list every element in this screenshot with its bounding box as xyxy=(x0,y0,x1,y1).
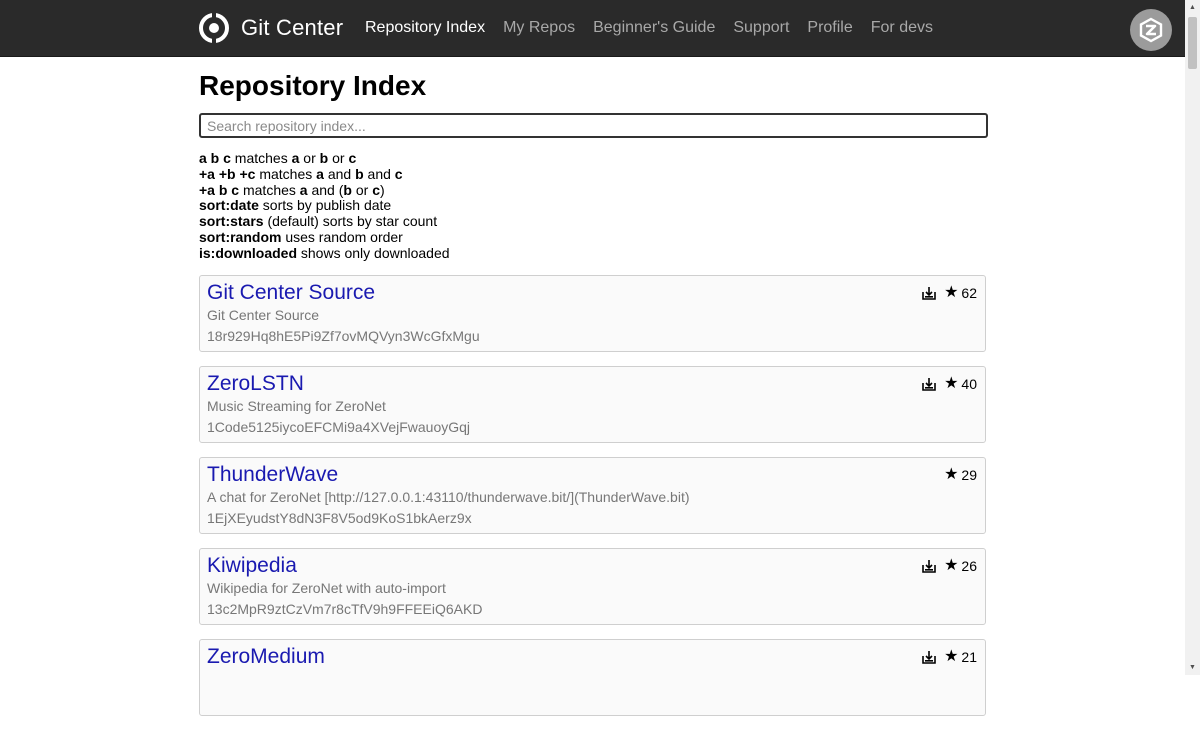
repo-description: A chat for ZeroNet [http://127.0.0.1:431… xyxy=(207,488,690,505)
repo-list: Git Center Source Git Center Source 18r929… xyxy=(199,274,989,716)
help-line: sort:random uses random order xyxy=(199,228,989,246)
help-line: a b c matches a or b or c xyxy=(199,150,989,167)
repo-card: ZeroMedium ★ 21 xyxy=(199,638,986,716)
downloaded-icon xyxy=(922,559,936,573)
repo-meta: ★ 21 xyxy=(922,648,977,665)
repo-address: 13c2MpR9ztCzVm7r8cTfV9h9FFEEiQ6AKD xyxy=(207,600,483,617)
downloaded-icon xyxy=(922,650,936,664)
nav-item-profile[interactable]: Profile xyxy=(807,19,852,37)
zeronet-logo-icon xyxy=(1139,17,1163,43)
help-text: or xyxy=(299,150,320,166)
star-icon[interactable]: ★ xyxy=(944,648,958,664)
help-text: uses random order xyxy=(281,228,403,245)
help-keyword: is:downloaded xyxy=(199,244,297,261)
help-keyword: sort:random xyxy=(199,228,282,245)
help-keyword: +a b c xyxy=(199,181,240,198)
help-keyword: c xyxy=(348,150,357,166)
help-keyword: c xyxy=(394,165,403,182)
star-count: 21 xyxy=(961,648,977,665)
help-text: sorts by publish date xyxy=(258,197,392,214)
help-text: and xyxy=(323,165,356,182)
repo-address: 1Code5125iycoEFCMi9a4XVejFwauoyGqj xyxy=(207,418,471,435)
help-keyword: b xyxy=(319,150,329,166)
help-keyword: b xyxy=(343,181,352,198)
search-input[interactable] xyxy=(199,113,988,138)
repo-name-link[interactable]: Kiwipedia xyxy=(207,554,978,578)
help-text: ) xyxy=(380,181,385,198)
help-text: or xyxy=(328,150,349,166)
help-text: matches xyxy=(239,181,300,198)
brand-link[interactable]: Git Center xyxy=(199,13,343,43)
star-icon[interactable]: ★ xyxy=(944,375,958,391)
help-line: sort:date sorts by publish date xyxy=(199,197,989,214)
help-line: is:downloaded shows only downloaded xyxy=(199,244,989,262)
scroll-up-arrow-icon[interactable]: ▲ xyxy=(1185,0,1200,15)
downloaded-icon xyxy=(922,286,936,300)
search-help: a b c matches a or b or c +a +b +c matche… xyxy=(199,150,989,262)
star-count: 29 xyxy=(961,466,977,483)
main-nav: Repository Index My Repos Beginner's Guide… xyxy=(365,0,951,56)
help-keyword: sort:date xyxy=(199,197,259,214)
repo-description: Music Streaming for ZeroNet xyxy=(207,397,386,414)
star-icon[interactable]: ★ xyxy=(944,466,958,482)
repo-meta: ★ 29 xyxy=(944,466,977,483)
help-text: and xyxy=(363,165,395,182)
repo-name-link[interactable]: Git Center Source xyxy=(207,281,978,305)
star-count: 26 xyxy=(961,557,977,574)
help-line: sort:stars (default) sorts by star count xyxy=(199,213,989,230)
help-text: matches xyxy=(255,165,317,182)
help-keyword: sort:stars xyxy=(199,213,264,230)
page-title: Repository Index xyxy=(199,70,427,101)
help-text: and ( xyxy=(307,181,344,198)
vertical-scrollbar[interactable]: ▲ ▼ xyxy=(1185,0,1200,675)
scroll-thumb[interactable] xyxy=(1188,17,1197,69)
repo-name-link[interactable]: ZeroLSTN xyxy=(207,372,978,396)
repo-address: 18r929Hq8hE5Pi9Zf7ovMQVyn3WcGfxMgu xyxy=(207,327,480,344)
help-keyword: c xyxy=(372,181,380,198)
help-keyword: a b c xyxy=(199,150,231,166)
repo-address: 1EjXEyudstY8dN3F8V5od9KoS1bkAerz9x xyxy=(207,509,472,526)
repo-meta: ★ 40 xyxy=(922,375,977,392)
brand-name[interactable]: Git Center xyxy=(241,15,343,41)
nav-item-support[interactable]: Support xyxy=(733,19,789,37)
star-icon[interactable]: ★ xyxy=(944,557,958,573)
repo-card: Kiwipedia Wikipedia for ZeroNet with auto… xyxy=(199,547,986,625)
scroll-down-arrow-icon[interactable]: ▼ xyxy=(1185,660,1200,675)
help-keyword: +a +b +c xyxy=(199,165,256,182)
nav-item-my-repos[interactable]: My Repos xyxy=(503,19,575,37)
star-icon[interactable]: ★ xyxy=(944,284,958,300)
nav-item-beginner-s-guide[interactable]: Beginner's Guide xyxy=(593,19,715,37)
repo-card: ZeroLSTN Music Streaming for ZeroNet 1Code… xyxy=(199,365,986,443)
git-center-logo-icon xyxy=(199,13,229,43)
help-line: +a b c matches a and (b or c) xyxy=(199,181,989,199)
help-keyword: a xyxy=(299,181,308,198)
help-text: or xyxy=(351,181,373,198)
downloaded-icon xyxy=(922,377,936,391)
repo-name-link[interactable]: ThunderWave xyxy=(207,463,978,487)
repo-card: Git Center Source Git Center Source 18r929… xyxy=(199,274,986,352)
nav-item-repository-index[interactable]: Repository Index xyxy=(365,19,485,37)
repo-description: Wikipedia for ZeroNet with auto-import xyxy=(207,579,446,596)
top-navbar: Git Center Repository Index My Repos Begin… xyxy=(0,0,1200,57)
help-keyword: b xyxy=(355,165,364,182)
repo-meta: ★ 62 xyxy=(922,284,977,301)
help-text: shows only downloaded xyxy=(297,244,450,261)
nav-item-for-devs[interactable]: For devs xyxy=(871,19,933,37)
star-count: 40 xyxy=(961,375,977,392)
repo-meta: ★ 26 xyxy=(922,557,977,574)
help-text: (default) sorts by star count xyxy=(263,213,438,230)
help-line: +a +b +c matches a and b and c xyxy=(199,165,989,183)
main-content: Repository Index a b c matches a or b or… xyxy=(199,56,989,730)
help-keyword: a xyxy=(316,165,324,182)
repo-description: Git Center Source xyxy=(207,306,320,323)
zeronet-z-icon[interactable] xyxy=(1130,9,1172,51)
star-count: 62 xyxy=(961,284,977,301)
repo-name-link[interactable]: ZeroMedium xyxy=(207,645,978,669)
repo-card: ThunderWave A chat for ZeroNet [http://12… xyxy=(199,456,986,534)
help-text: matches xyxy=(230,150,292,166)
